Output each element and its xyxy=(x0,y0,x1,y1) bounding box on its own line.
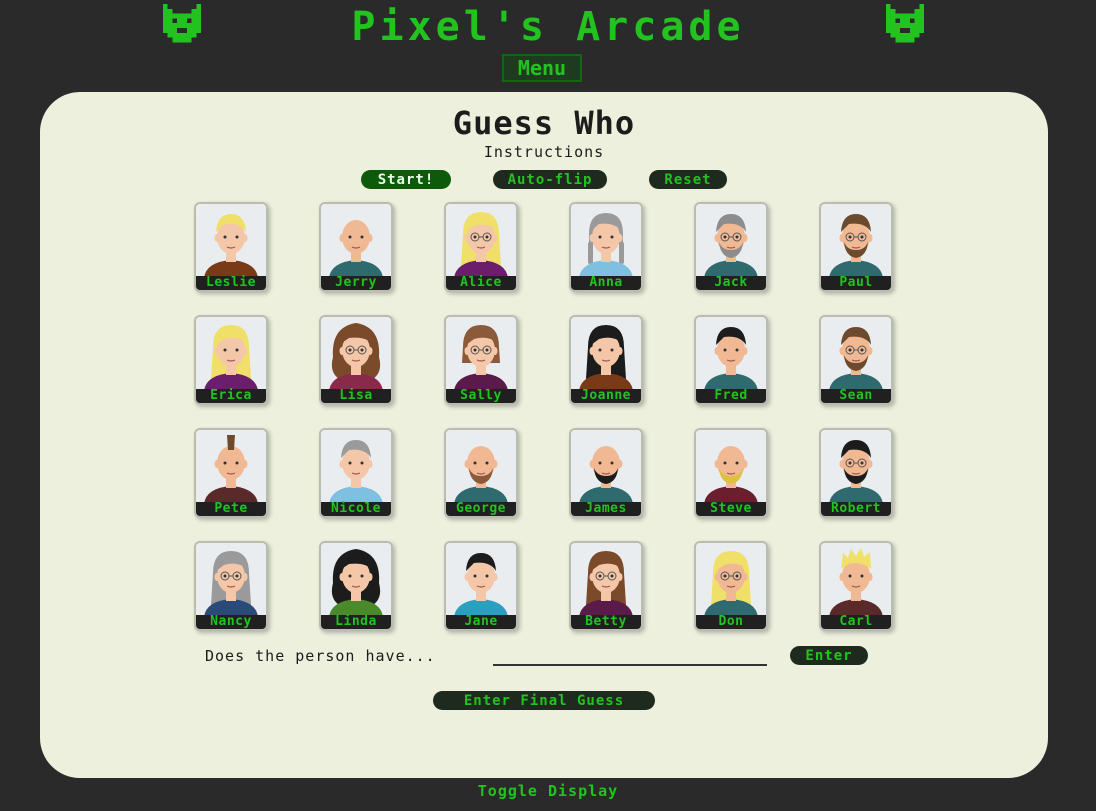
portrait-icon xyxy=(696,430,766,504)
portrait-icon xyxy=(196,430,266,504)
portrait-icon xyxy=(446,543,516,617)
final-guess-button[interactable]: Enter Final Guess xyxy=(433,691,655,710)
reset-button[interactable]: Reset xyxy=(649,170,727,189)
character-card[interactable]: Don xyxy=(694,541,768,631)
character-name: Don xyxy=(696,615,766,629)
character-name: Fred xyxy=(696,389,766,403)
portrait-icon xyxy=(321,543,391,617)
character-name: Steve xyxy=(696,502,766,516)
menu-button[interactable]: Menu xyxy=(502,54,582,82)
character-name: Sean xyxy=(821,389,891,403)
portrait-icon xyxy=(571,430,641,504)
enter-button[interactable]: Enter xyxy=(790,646,868,665)
character-name: Pete xyxy=(196,502,266,516)
portrait-icon xyxy=(821,317,891,391)
character-name: Paul xyxy=(821,276,891,290)
start-button[interactable]: Start! xyxy=(361,170,451,189)
character-card[interactable]: Nicole xyxy=(319,428,393,518)
portrait-icon xyxy=(196,317,266,391)
character-name: Sally xyxy=(446,389,516,403)
question-label: Does the person have... xyxy=(205,647,436,665)
character-card[interactable]: Pete xyxy=(194,428,268,518)
character-card[interactable]: James xyxy=(569,428,643,518)
character-name: Linda xyxy=(321,615,391,629)
character-card[interactable]: Leslie xyxy=(194,202,268,292)
character-card[interactable]: Jane xyxy=(444,541,518,631)
portrait-icon xyxy=(446,430,516,504)
portrait-icon xyxy=(446,317,516,391)
portrait-icon xyxy=(821,543,891,617)
portrait-icon xyxy=(321,204,391,278)
character-name: Jane xyxy=(446,615,516,629)
character-name: Jack xyxy=(696,276,766,290)
character-card[interactable]: Sean xyxy=(819,315,893,405)
character-card[interactable]: George xyxy=(444,428,518,518)
character-card[interactable]: Fred xyxy=(694,315,768,405)
character-card[interactable]: Lisa xyxy=(319,315,393,405)
character-name: Jerry xyxy=(321,276,391,290)
character-card[interactable]: Linda xyxy=(319,541,393,631)
character-name: Nicole xyxy=(321,502,391,516)
cat-logo-icon xyxy=(162,4,202,43)
portrait-icon xyxy=(696,204,766,278)
portrait-icon xyxy=(696,317,766,391)
character-name: Carl xyxy=(821,615,891,629)
character-card[interactable]: Steve xyxy=(694,428,768,518)
toggle-display-link[interactable]: Toggle Display xyxy=(0,782,1096,800)
autoflip-button[interactable]: Auto-flip xyxy=(493,170,607,189)
character-name: James xyxy=(571,502,641,516)
character-card[interactable]: Anna xyxy=(569,202,643,292)
portrait-icon xyxy=(196,204,266,278)
character-card[interactable]: Jack xyxy=(694,202,768,292)
character-name: Nancy xyxy=(196,615,266,629)
character-name: Joanne xyxy=(571,389,641,403)
portrait-icon xyxy=(571,204,641,278)
portrait-icon xyxy=(821,430,891,504)
game-title: Guess Who xyxy=(452,104,636,142)
portrait-icon xyxy=(696,543,766,617)
character-name: George xyxy=(446,502,516,516)
character-card[interactable]: Alice xyxy=(444,202,518,292)
character-card[interactable]: Jerry xyxy=(319,202,393,292)
portrait-icon xyxy=(196,543,266,617)
character-name: Leslie xyxy=(196,276,266,290)
character-card[interactable]: Joanne xyxy=(569,315,643,405)
character-card[interactable]: Betty xyxy=(569,541,643,631)
character-name: Alice xyxy=(446,276,516,290)
character-name: Erica xyxy=(196,389,266,403)
portrait-icon xyxy=(321,430,391,504)
instructions-link[interactable]: Instructions xyxy=(40,143,1048,161)
character-card[interactable]: Sally xyxy=(444,315,518,405)
portrait-icon xyxy=(821,204,891,278)
character-name: Betty xyxy=(571,615,641,629)
cat-logo-icon xyxy=(885,4,925,43)
character-name: Lisa xyxy=(321,389,391,403)
game-panel: Guess Who Instructions Start! Auto-flip … xyxy=(40,92,1048,778)
character-card[interactable]: Nancy xyxy=(194,541,268,631)
character-card[interactable]: Carl xyxy=(819,541,893,631)
portrait-icon xyxy=(321,317,391,391)
character-name: Robert xyxy=(821,502,891,516)
character-name: Anna xyxy=(571,276,641,290)
character-card[interactable]: Erica xyxy=(194,315,268,405)
question-input[interactable] xyxy=(493,642,767,666)
character-card[interactable]: Robert xyxy=(819,428,893,518)
portrait-icon xyxy=(446,204,516,278)
character-card[interactable]: Paul xyxy=(819,202,893,292)
portrait-icon xyxy=(571,317,641,391)
portrait-icon xyxy=(571,543,641,617)
